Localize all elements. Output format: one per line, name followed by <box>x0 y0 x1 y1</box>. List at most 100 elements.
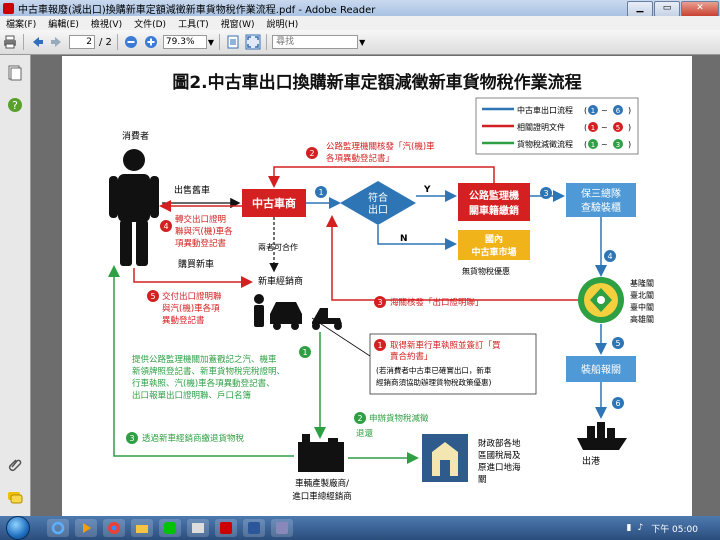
comment-icon[interactable] <box>7 491 23 505</box>
print-button[interactable] <box>2 33 18 51</box>
start-button[interactable] <box>6 516 30 540</box>
svg-text:2: 2 <box>309 149 314 158</box>
search-input[interactable]: 尋找 <box>272 35 359 49</box>
svg-text:?: ? <box>12 99 18 112</box>
minimize-button[interactable]: ▁ <box>627 1 653 17</box>
menu-file[interactable]: 檔案(F) <box>6 17 36 30</box>
svg-text:項異動登記書: 項異動登記書 <box>175 238 227 249</box>
menu-help[interactable]: 說明(H) <box>267 17 299 30</box>
sell-old-label: 出售舊車 <box>174 184 210 196</box>
help-icon[interactable]: ? <box>7 97 23 113</box>
svg-text:財政部各地: 財政部各地 <box>478 438 521 449</box>
svg-text:出口: 出口 <box>368 203 388 216</box>
word-icon[interactable] <box>243 519 265 537</box>
svg-text:海關核發「出口證明聯」: 海關核發「出口證明聯」 <box>390 297 484 308</box>
person-icon <box>109 149 159 266</box>
svg-text:1: 1 <box>302 348 307 357</box>
fit-page-button[interactable] <box>225 33 241 51</box>
navigation-pane: ? <box>0 55 31 516</box>
svg-text:經銷商須協助辦理貨物稅政策優惠): 經銷商須協助辦理貨物稅政策優惠) <box>376 377 491 387</box>
zoom-out-button[interactable] <box>123 33 139 51</box>
svg-text:中古車市場: 中古車市場 <box>471 246 516 258</box>
menu-tools[interactable]: 工具(T) <box>178 17 209 30</box>
media-player-icon[interactable] <box>75 519 97 537</box>
paint-icon[interactable] <box>271 519 293 537</box>
close-button[interactable]: ✕ <box>681 1 719 17</box>
svg-text:交付出口證明聯: 交付出口證明聯 <box>162 291 222 302</box>
volume-icon[interactable]: ♪ <box>637 523 643 533</box>
paperclip-icon[interactable] <box>7 457 23 473</box>
svg-text:~: ~ <box>601 123 608 132</box>
svg-text:異動登記書: 異動登記書 <box>162 315 205 326</box>
slides-icon[interactable] <box>187 519 209 537</box>
zoom-in-button[interactable] <box>143 33 159 51</box>
svg-text:公路監理機: 公路監理機 <box>469 189 519 202</box>
used-car-dealer-label: 中古車商 <box>252 196 296 210</box>
arrow-left-icon <box>33 37 43 47</box>
svg-text:): ) <box>628 123 631 132</box>
network-icon[interactable]: ▮ <box>626 523 631 533</box>
next-page-button[interactable] <box>49 33 65 51</box>
svg-text:3: 3 <box>543 189 548 198</box>
svg-text:2: 2 <box>357 414 362 423</box>
clock[interactable]: 下午 05:00 <box>651 522 698 535</box>
system-tray: ▮ ♪ 下午 05:00 <box>626 522 720 535</box>
chrome-icon[interactable] <box>103 519 125 537</box>
svg-text:1: 1 <box>591 124 595 132</box>
svg-text:臺中關: 臺中關 <box>630 302 654 312</box>
svg-text:5: 5 <box>616 124 620 132</box>
zoom-level-select[interactable]: 79.3% <box>162 35 207 49</box>
svg-text:1: 1 <box>591 107 595 115</box>
prev-page-button[interactable] <box>29 33 45 51</box>
zoom-in-icon <box>144 36 157 48</box>
svg-text:進口車總經銷商: 進口車總經銷商 <box>292 491 352 502</box>
svg-text:3: 3 <box>129 434 134 443</box>
pages-icon[interactable] <box>8 65 22 81</box>
svg-text:1: 1 <box>591 141 595 149</box>
svg-text:Y: Y <box>423 185 431 195</box>
toolbar-separator <box>266 34 268 50</box>
svg-text:3: 3 <box>377 298 382 307</box>
ie-icon[interactable] <box>47 519 69 537</box>
menu-window[interactable]: 視窗(W) <box>221 17 255 30</box>
svg-text:提供公路監理機關加蓋戳記之汽、機車: 提供公路監理機關加蓋戳記之汽、機車 <box>132 354 277 365</box>
svg-text:1: 1 <box>377 341 382 350</box>
svg-text:原進口地海: 原進口地海 <box>478 462 521 473</box>
scooter-icon <box>312 308 342 330</box>
full-screen-button[interactable] <box>245 33 261 51</box>
arrow-right-icon <box>51 37 61 47</box>
adobe-reader-taskbar-icon[interactable] <box>215 519 237 537</box>
windows-taskbar: ▮ ♪ 下午 05:00 <box>0 516 720 540</box>
svg-text:賣合約書」: 賣合約書」 <box>390 351 433 362</box>
chevron-down-icon[interactable]: ▼ <box>359 38 365 47</box>
page-number-input[interactable]: 2 <box>69 35 95 49</box>
svg-text:裝船報關: 裝船報關 <box>581 363 621 376</box>
folder-icon[interactable] <box>131 519 153 537</box>
svg-text:查驗裝櫃: 查驗裝櫃 <box>581 201 621 214</box>
pdf-page: 圖2.中古車出口換購新車定額減徵新車貨物稅作業流程 中古車出口流程 ( 1 ~ … <box>62 56 692 516</box>
consumer-label: 消費者 <box>122 130 149 142</box>
svg-text:(若消費者中古車已確實出口，新車: (若消費者中古車已確實出口，新車 <box>376 365 492 375</box>
legend-label-docs: 相關證明文件 <box>517 122 565 132</box>
svg-text:N: N <box>400 234 408 244</box>
toolbar: 2 / 2 79.3% ▼ 尋找 ▼ <box>0 30 720 55</box>
maximize-button[interactable]: ▭ <box>654 1 680 17</box>
svg-text:出口報單出口證明聯、戶口名簿: 出口報單出口證明聯、戶口名簿 <box>132 390 252 401</box>
menu-edit[interactable]: 編輯(E) <box>48 17 79 30</box>
chevron-down-icon[interactable]: ▼ <box>208 38 214 47</box>
toolbar-separator <box>23 34 24 50</box>
svg-text:3: 3 <box>616 141 620 149</box>
toolbar-separator <box>219 34 221 50</box>
line-app-icon[interactable] <box>159 519 181 537</box>
menu-document[interactable]: 文件(D) <box>134 17 166 30</box>
svg-text:(: ( <box>584 123 587 132</box>
svg-text:臺北關: 臺北關 <box>630 290 654 300</box>
printer-icon <box>4 35 16 49</box>
svg-text:退還: 退還 <box>356 428 374 439</box>
buy-new-label: 購買新車 <box>178 258 214 270</box>
factory-icon <box>298 434 344 472</box>
page-total: / 2 <box>99 36 112 48</box>
svg-text:~: ~ <box>601 140 608 149</box>
menu-view[interactable]: 檢視(V) <box>91 17 122 30</box>
svg-text:車輛產製廠商/: 車輛產製廠商/ <box>295 478 349 489</box>
